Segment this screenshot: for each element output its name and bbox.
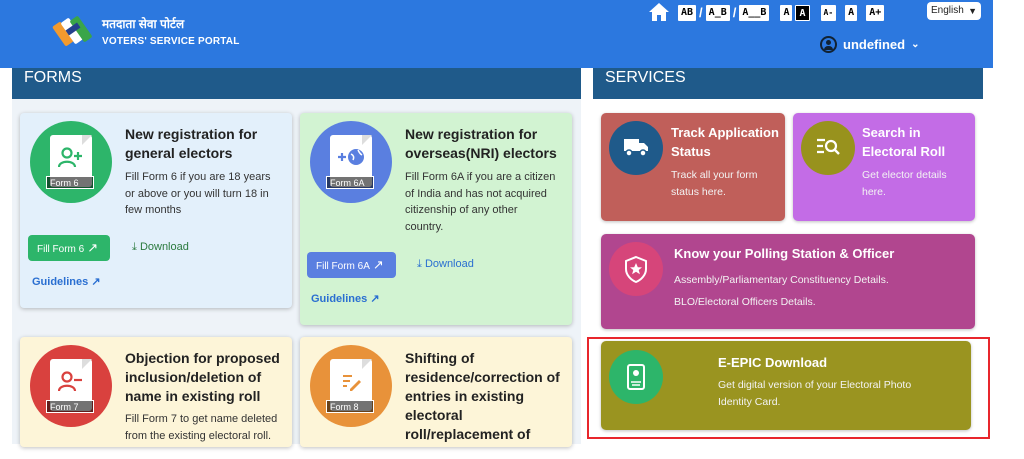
form-6-icon: Form 6: [30, 121, 112, 203]
form-8-icon: Form 8: [310, 345, 392, 427]
form-title: New registration for general electors: [125, 126, 258, 161]
user-name: undefined: [843, 37, 906, 52]
home-icon[interactable]: [648, 2, 670, 22]
portal-name-english: VOTERS' SERVICE PORTAL: [102, 36, 240, 47]
text-spacing-normal-button[interactable]: AB: [678, 4, 697, 21]
increase-font-button[interactable]: A+: [866, 4, 885, 21]
service-description: Assembly/Parliamentary Constituency Deta…: [674, 274, 889, 308]
form-tag: Form 8: [326, 400, 374, 413]
service-title: Search in Electoral Roll: [862, 125, 946, 159]
chevron-down-icon: ⌄: [911, 39, 920, 50]
download-form-6a-link[interactable]: ⤓ Download: [417, 258, 474, 271]
language-value: English: [931, 5, 964, 16]
track-application-card[interactable]: Track Application Status Track all your …: [601, 113, 785, 221]
guidelines-form-6a-link[interactable]: Guidelines ↗: [311, 292, 380, 305]
service-description: Track all your form status here.: [671, 169, 758, 198]
forms-heading: FORMS: [12, 68, 581, 99]
normal-font-button[interactable]: A: [845, 4, 858, 21]
shield-star-icon: [609, 242, 663, 296]
form-tag: Form 6A: [326, 176, 374, 189]
truck-icon: [609, 121, 663, 175]
service-description: Get elector details here.: [862, 169, 947, 198]
form-title: Objection for proposed inclusion/deletio…: [125, 350, 280, 404]
accessibility-controls: AB / A_B / A__B A A A- A A+: [678, 4, 885, 21]
highlight-box: [587, 337, 990, 439]
arrow-up-right-icon: ↗: [87, 240, 99, 255]
form-description: Fill Form 6A if you are a citizen of Ind…: [405, 171, 556, 233]
search-list-icon: [801, 121, 855, 175]
decrease-font-button[interactable]: A-: [820, 4, 837, 21]
remove-user-icon: [58, 371, 82, 392]
polling-station-card[interactable]: Know your Polling Station & Officer Asse…: [601, 234, 975, 329]
form-description: Fill Form 7 to get name deleted from the…: [125, 413, 278, 442]
chevron-down-icon: ▼: [968, 6, 977, 16]
download-icon: ⤓: [417, 258, 422, 270]
arrow-up-right-icon: ↗: [91, 276, 101, 288]
voters-service-portal-page: मतदाता सेवा पोर्टल VOTERS' SERVICE PORTA…: [0, 0, 1024, 459]
service-title: Track Application Status: [671, 125, 779, 159]
form-6a-icon: Form 6A: [310, 121, 392, 203]
form-tag: Form 7: [46, 400, 94, 413]
download-icon: ⤓: [132, 241, 137, 253]
edit-doc-icon: [343, 375, 361, 391]
download-form-6-link[interactable]: ⤓ Download: [132, 241, 189, 254]
user-menu[interactable]: undefined ⌄: [820, 36, 920, 53]
form-6a-card: Form 6A New registration for overseas(NR…: [300, 113, 572, 325]
search-electoral-roll-card[interactable]: Search in Electoral Roll Get elector det…: [793, 113, 975, 221]
normal-contrast-button[interactable]: A: [780, 4, 793, 21]
form-title: New registration for overseas(NRI) elect…: [405, 126, 557, 161]
high-contrast-button[interactable]: A: [795, 4, 810, 21]
globe-add-icon: [338, 149, 364, 165]
text-spacing-medium-button[interactable]: A_B: [705, 4, 730, 21]
guidelines-form-6-link[interactable]: Guidelines ↗: [32, 275, 101, 288]
services-heading: SERVICES: [593, 68, 983, 99]
form-tag: Form 6: [46, 176, 94, 189]
separator: /: [699, 5, 703, 20]
fill-form-6a-button[interactable]: Fill Form 6A ↗: [307, 252, 396, 278]
form-7-card: Form 7 Objection for proposed inclusion/…: [20, 337, 292, 447]
separator: /: [732, 5, 737, 20]
user-icon: [820, 36, 837, 53]
arrow-up-right-icon: ↗: [370, 293, 380, 305]
language-select[interactable]: English ▼: [927, 2, 981, 20]
fill-form-6-button[interactable]: Fill Form 6 ↗: [28, 235, 110, 261]
portal-name-hindi: मतदाता सेवा पोर्टल: [102, 17, 185, 31]
form-description: Fill Form 6 if you are 18 years or above…: [125, 171, 271, 216]
form-6-card: Form 6 New registration for general elec…: [20, 113, 292, 308]
eci-logo-icon[interactable]: [52, 12, 94, 52]
top-header: मतदाता सेवा पोर्टल VOTERS' SERVICE PORTA…: [0, 0, 993, 68]
text-spacing-large-button[interactable]: A__B: [739, 4, 770, 21]
arrow-up-right-icon: ↗: [372, 257, 384, 272]
service-title: Know your Polling Station & Officer: [674, 246, 895, 261]
form-8-card: Form 8 Shifting of residence/correction …: [300, 337, 572, 447]
form-title: Shifting of residence/correction of entr…: [405, 350, 560, 442]
form-7-icon: Form 7: [30, 345, 112, 427]
add-user-icon: [58, 147, 82, 168]
